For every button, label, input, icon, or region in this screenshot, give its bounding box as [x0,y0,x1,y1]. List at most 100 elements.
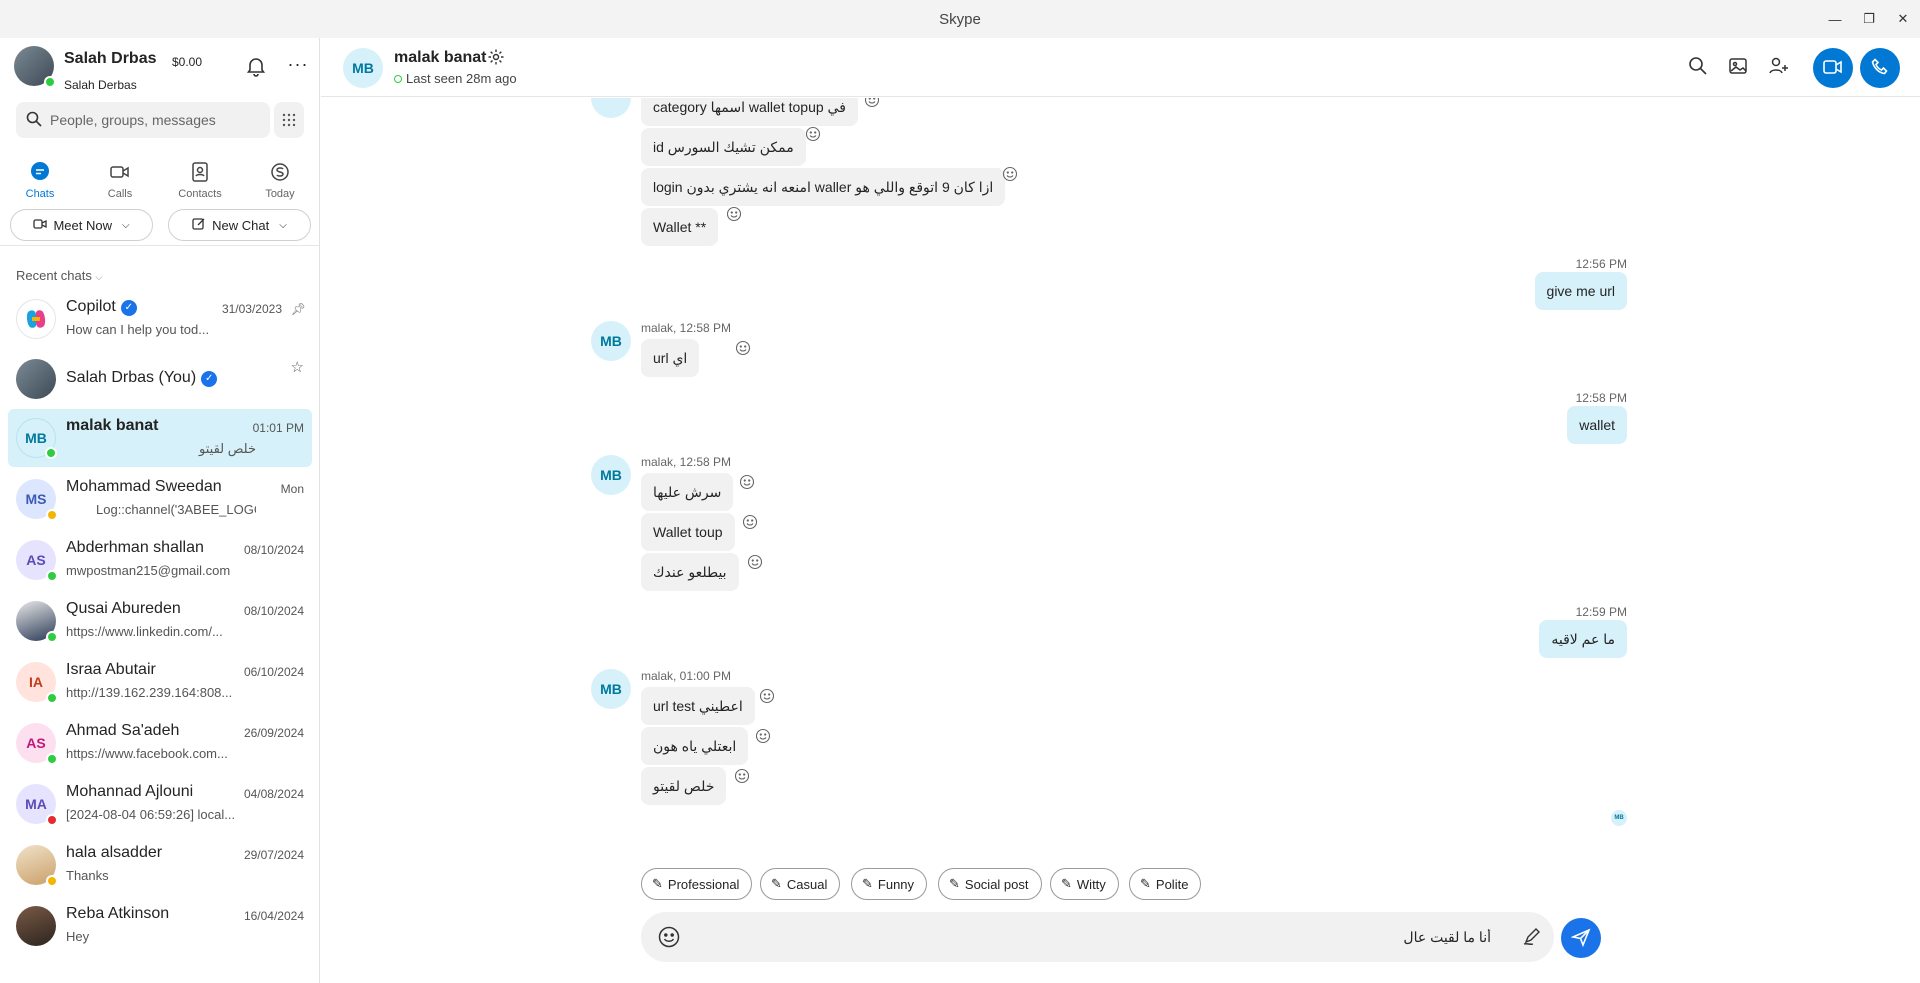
away-status-dot [46,509,58,521]
search-icon[interactable] [1688,56,1712,80]
send-button[interactable] [1561,918,1601,958]
contact-status: Last seen 28m ago [394,71,517,86]
rewrite-pen-icon[interactable] [1522,926,1542,946]
read-receipt-avatar: MB [1611,810,1627,826]
message-bubble[interactable]: اي url [641,339,700,377]
profile-subtitle: Salah Derbas [64,78,137,92]
react-smiley-icon[interactable] [726,206,742,222]
message-bubble[interactable]: ازا كان 9 اتوقع واللي هو waller امنعه ان… [641,168,1006,206]
star-icon[interactable]: ☆ [291,358,304,376]
message-bubble[interactable]: سرش عليها [641,473,734,511]
audio-call-button[interactable] [1860,48,1900,88]
profile-name[interactable]: Salah Drbas [64,50,156,68]
message-bubble[interactable]: اعطيني url test [641,687,755,725]
close-window-button[interactable]: ✕ [1886,0,1920,38]
message-input[interactable] [701,912,1501,962]
message-bubble[interactable]: ابعتلي ياه هون [641,727,749,765]
tone-witty-button[interactable]: ✎ Witty [1050,868,1119,900]
react-smiley-icon[interactable] [739,474,755,490]
react-smiley-icon[interactable] [734,768,750,784]
message-bubble[interactable]: خلص لقيتو [641,767,727,805]
sent-message-bubble[interactable]: give me url [1534,272,1627,310]
message-bubble[interactable]: بيطلعو عندك [641,553,739,591]
verified-badge-icon: ✓ [201,371,218,387]
minimize-button[interactable]: — [1818,0,1852,38]
contact-avatar[interactable]: MB [343,48,383,88]
add-people-icon[interactable] [1768,56,1792,80]
verified-badge-icon: ✓ [120,300,137,316]
chat-preview: http://139.162.239.164:808... [66,685,233,700]
video-call-button[interactable] [1813,48,1853,88]
react-smiley-icon[interactable] [864,98,880,108]
react-smiley-icon[interactable] [805,126,821,142]
sent-message-bubble[interactable]: wallet [1567,406,1627,444]
chat-list-item[interactable]: Copilot ✓ 31/03/2023 📌︎ How can I help yo… [8,290,312,348]
settings-gear-icon[interactable] [487,48,505,66]
message-bubble[interactable]: Wallet ** [641,208,719,246]
more-options-icon[interactable]: ··· [286,54,310,78]
message-timestamp: 12:58 PM [1575,391,1627,405]
tone-polite-button[interactable]: ✎ Polite [1129,868,1202,900]
avatar [16,906,56,946]
avatar [16,601,58,643]
chat-name: Mohammad Sweedan [66,478,222,495]
chat-name: Abderhman shallan [66,539,204,556]
phone-icon [1871,57,1889,79]
react-smiley-icon[interactable] [735,340,751,356]
search-box[interactable] [16,102,270,138]
chat-name: Salah Drbas (You) ✓ [66,369,218,387]
tone-professional-button[interactable]: ✎ Professional [641,868,753,900]
react-smiley-icon[interactable] [1002,166,1018,182]
pin-icon[interactable]: 📌︎ [291,302,306,316]
notifications-bell-icon[interactable] [244,54,268,78]
chat-list-item[interactable]: hala alsadder 29/07/2024 Thanks [8,836,312,894]
chat-list-item[interactable]: Salah Drbas (You) ✓ ☆ [8,350,312,408]
pencil-icon: ✎ [949,876,960,891]
video-icon [108,160,132,184]
chat-date: 04/08/2024 [243,787,304,801]
chat-date: 16/04/2024 [243,909,304,923]
pencil-icon: ✎ [862,876,873,891]
chat-list-item[interactable]: MA Mohannad Ajlouni 04/08/2024 [2024-08-… [8,775,312,833]
emoji-icon[interactable] [657,925,681,949]
online-status-dot [46,631,58,643]
meet-now-button[interactable]: Meet Now ⌵ [10,209,153,241]
message-bubble[interactable]: ممكن تشيك السورس id [641,128,806,166]
profile-avatar[interactable] [14,46,56,88]
search-input[interactable] [50,112,250,128]
chat-list-item[interactable]: IA Israa Abutair 06/10/2024 http://139.1… [8,653,312,711]
avatar [16,845,58,887]
chat-list-item[interactable]: MS Mohammad Sweedan Mon Log::channel('3A… [8,470,312,528]
chat-list-item[interactable]: Reba Atkinson 16/04/2024 Hey [8,897,312,955]
avatar: IA [16,662,58,704]
chat-list-item[interactable]: MB malak banat 01:01 PM خلص لقيتو [8,409,312,467]
react-smiley-icon[interactable] [742,514,758,530]
skype-credit-balance[interactable]: $0.00 [172,55,202,69]
chat-preview: Hey [66,929,90,944]
window-controls: — ❐ ✕ [1818,0,1920,38]
restore-button[interactable]: ❐ [1852,0,1886,38]
gallery-icon[interactable] [1728,56,1752,80]
chat-list-item[interactable]: AS Abderhman shallan 08/10/2024 mwpostma… [8,531,312,589]
dialpad-icon[interactable] [274,102,304,138]
chat-list-item[interactable]: Qusai Abureden 08/10/2024 https://www.li… [8,592,312,650]
react-smiley-icon[interactable] [755,728,771,744]
new-chat-button[interactable]: New Chat ⌵ [168,209,311,241]
chat-preview: Log::channel('3ABEE_LOGGE... [96,502,256,517]
sender-avatar: MB [591,669,631,709]
tone-casual-button[interactable]: ✎ Casual [760,868,841,900]
tab-contacts-label: Contacts [178,188,222,200]
online-status-dot [45,447,57,459]
tone-funny-button[interactable]: ✎ Funny [851,868,928,900]
chat-date: 08/10/2024 [243,543,304,557]
react-smiley-icon[interactable] [759,688,775,704]
message-bubble[interactable]: Wallet toup [641,513,735,551]
tab-calls-label: Calls [107,188,133,200]
recent-chats-label[interactable]: Recent chats ⌵ [16,268,102,283]
contact-name[interactable]: malak banat [394,49,486,67]
sent-message-bubble[interactable]: ما عم لاقيه [1539,620,1627,658]
react-smiley-icon[interactable] [747,554,763,570]
chat-list-item[interactable]: AS Ahmad Sa'adeh 26/09/2024 https://www.… [8,714,312,772]
tone-social-post-button[interactable]: ✎ Social post [938,868,1042,900]
message-bubble[interactable]: في wallet topup اسمها category [641,98,858,126]
